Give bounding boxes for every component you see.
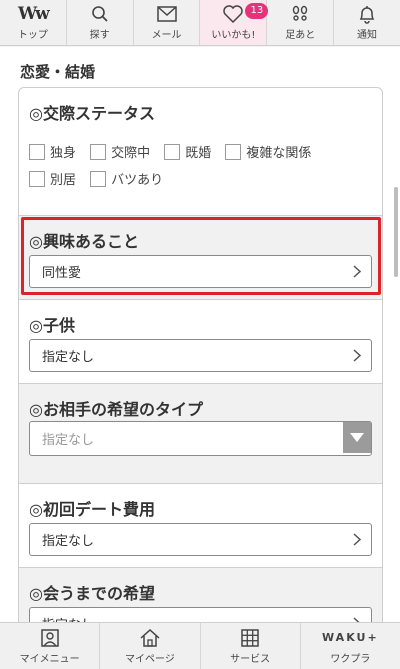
checkbox-dating[interactable]: 交際中 — [90, 142, 150, 161]
ww-logo-icon: Ww — [18, 4, 50, 24]
interests-select[interactable]: 同性愛 — [29, 255, 372, 288]
chevron-right-icon — [353, 533, 362, 550]
before-meeting-block: ◎会うまでの希望 指定なし — [19, 568, 382, 622]
partner-type-block: ◎お相手の希望のタイプ 指定なし — [19, 384, 382, 484]
nav-mail-label: メール — [151, 30, 182, 41]
footprint-icon — [290, 4, 310, 24]
checkbox-label: 既婚 — [185, 146, 212, 161]
checkbox-box[interactable] — [225, 143, 242, 160]
nav-my-page[interactable]: マイページ — [100, 623, 201, 669]
nav-like[interactable]: 13 いいかも! — [200, 0, 269, 45]
children-select[interactable]: 指定なし — [29, 339, 372, 372]
nav-wakupura-label: ワクプラ — [330, 653, 371, 665]
grid-icon — [241, 628, 259, 648]
like-count-badge: 13 — [245, 3, 269, 19]
chevron-right-icon — [353, 265, 362, 282]
checkbox-box[interactable] — [164, 143, 181, 160]
checkbox-box[interactable] — [29, 170, 45, 187]
bottom-nav: マイメニュー マイページ サービス WAKU+ ワクプラ — [0, 622, 400, 669]
nav-notification-label: 通知 — [357, 30, 378, 41]
heart-icon — [223, 4, 244, 24]
interests-value: 同性愛 — [42, 266, 82, 281]
mail-icon — [156, 4, 177, 24]
dropdown-arrow-icon[interactable] — [343, 422, 371, 453]
checkbox-separated[interactable]: 別居 — [29, 169, 76, 188]
checkbox-complicated[interactable]: 複雑な関係 — [225, 142, 311, 161]
nav-like-label: いいかも! — [211, 30, 256, 41]
settings-card: ◎交際ステータス 独身 交際中 既婚 複雑な関係 別居 バツあり ◎興味あること… — [18, 87, 383, 622]
nav-mail[interactable]: メール — [134, 0, 201, 45]
main-content: 恋愛・結婚 ◎交際ステータス 独身 交際中 既婚 複雑な関係 別居 バツあり ◎… — [0, 47, 400, 622]
section-title: 恋愛・結婚 — [20, 63, 96, 81]
checkbox-label: 複雑な関係 — [246, 146, 312, 161]
first-date-cost-select[interactable]: 指定なし — [29, 523, 372, 556]
checkbox-divorced[interactable]: バツあり — [90, 169, 163, 188]
nav-footprint[interactable]: 足あと — [267, 0, 335, 45]
nav-my-page-label: マイページ — [124, 653, 175, 665]
relationship-status-block: ◎交際ステータス 独身 交際中 既婚 複雑な関係 別居 バツあり — [19, 88, 382, 216]
partner-type-title: ◎お相手の希望のタイプ — [29, 400, 203, 419]
bell-icon — [358, 4, 376, 24]
before-meeting-title: ◎会うまでの希望 — [29, 584, 155, 603]
nav-services[interactable]: サービス — [201, 623, 301, 669]
first-date-cost-block: ◎初回デート費用 指定なし — [19, 484, 382, 568]
checkbox-label: 別居 — [50, 173, 77, 188]
relationship-status-title: ◎交際ステータス — [29, 104, 155, 123]
profile-icon — [40, 628, 59, 648]
checkbox-label: 独身 — [50, 146, 77, 161]
relationship-status-options: 独身 交際中 既婚 複雑な関係 別居 バツあり — [29, 142, 369, 196]
nav-notification[interactable]: 通知 — [334, 0, 400, 45]
checkbox-box[interactable] — [29, 143, 45, 160]
nav-my-menu[interactable]: マイメニュー — [0, 623, 101, 669]
waku-plus-logo: WAKU+ — [322, 631, 379, 644]
first-date-cost-value: 指定なし — [42, 534, 95, 549]
interests-block: ◎興味あること 同性愛 — [19, 216, 382, 300]
nav-search-label: 探す — [89, 30, 110, 41]
search-icon — [91, 4, 109, 24]
home-icon — [140, 628, 160, 648]
checkbox-single[interactable]: 独身 — [29, 142, 76, 161]
children-title: ◎子供 — [29, 316, 75, 335]
nav-my-menu-label: マイメニュー — [19, 653, 80, 665]
children-block: ◎子供 指定なし — [19, 300, 382, 384]
children-value: 指定なし — [42, 350, 95, 365]
chevron-right-icon — [353, 349, 362, 366]
before-meeting-value: 指定なし — [42, 614, 94, 622]
top-nav: Ww トップ 探す メール 13 いいかも! 足あと 通知 — [0, 0, 400, 46]
first-date-cost-title: ◎初回デート費用 — [29, 500, 155, 519]
scrollbar[interactable] — [394, 187, 398, 277]
checkbox-box[interactable] — [90, 170, 107, 187]
partner-type-dropdown[interactable]: 指定なし — [29, 421, 372, 456]
nav-search[interactable]: 探す — [67, 0, 134, 45]
nav-top-label: トップ — [17, 30, 48, 41]
partner-type-placeholder: 指定なし — [42, 433, 95, 448]
checkbox-box[interactable] — [90, 143, 107, 160]
checkbox-label: バツあり — [111, 173, 164, 188]
nav-footprint-label: 足あと — [285, 30, 316, 41]
before-meeting-select[interactable]: 指定なし — [29, 607, 372, 622]
interests-title: ◎興味あること — [29, 232, 139, 251]
nav-services-label: サービス — [230, 653, 271, 665]
nav-top[interactable]: Ww トップ — [0, 0, 67, 45]
checkbox-label: 交際中 — [111, 146, 151, 161]
nav-wakupura[interactable]: WAKU+ ワクプラ — [301, 623, 400, 669]
checkbox-married[interactable]: 既婚 — [164, 142, 211, 161]
